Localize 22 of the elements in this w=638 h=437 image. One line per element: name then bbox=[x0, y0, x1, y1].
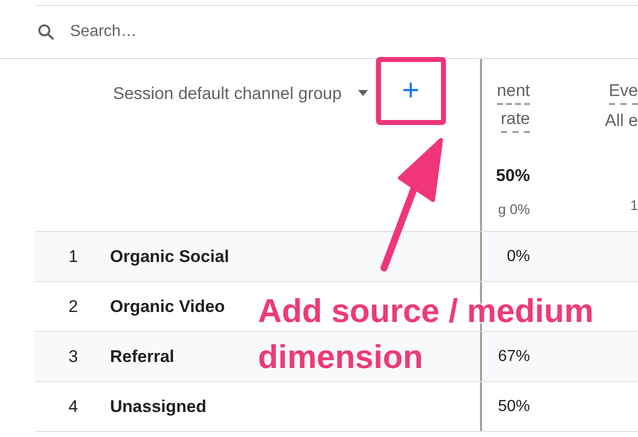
search-icon bbox=[36, 22, 56, 42]
column-header: Eve bbox=[608, 79, 638, 105]
total-comparison: g 0% bbox=[498, 200, 530, 219]
row-index: 2 bbox=[68, 296, 79, 318]
table-cell: Unassigned bbox=[110, 382, 482, 431]
row-index: 1 bbox=[68, 246, 79, 268]
row-index: 3 bbox=[68, 346, 79, 368]
table-cell-text: 67% bbox=[498, 346, 530, 366]
table-cell-text: 0% bbox=[506, 246, 530, 266]
annotation-text: Add source / medium bbox=[258, 291, 594, 331]
search-field[interactable]: Search… bbox=[70, 16, 470, 48]
column-header: nent bbox=[496, 79, 530, 105]
column-header: Session default channel group bbox=[113, 83, 342, 105]
total-value: 50% bbox=[496, 165, 530, 187]
caret-icon bbox=[358, 90, 368, 96]
column-subtitle: All e bbox=[604, 110, 638, 132]
table-cell-text: 50% bbox=[498, 396, 530, 416]
annotation-text: dimension bbox=[258, 337, 424, 377]
column-header: rate bbox=[500, 107, 530, 133]
row-index: 4 bbox=[68, 396, 79, 418]
total-comparison: 1 bbox=[630, 196, 638, 215]
add-dimension-button[interactable]: + bbox=[376, 57, 446, 125]
